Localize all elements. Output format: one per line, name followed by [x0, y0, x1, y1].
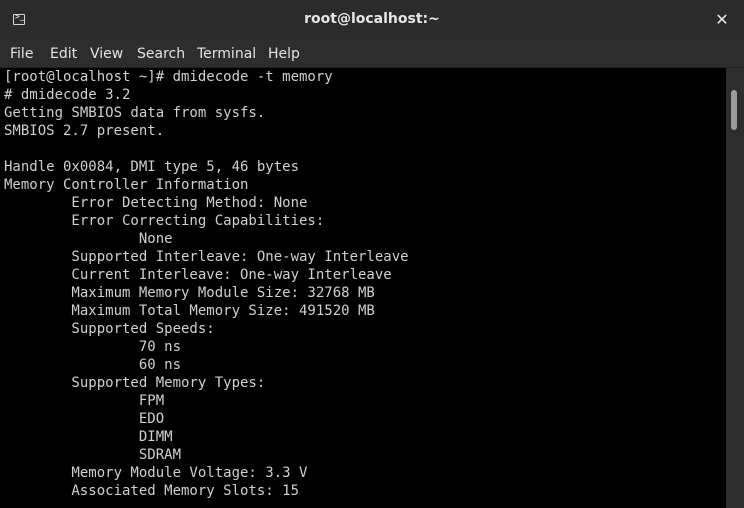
terminal-line: FPM [4, 393, 165, 409]
menu-search[interactable]: Search [137, 46, 185, 62]
terminal-line: EDO [4, 411, 165, 427]
terminal-line: Handle 0x0084, DMI type 5, 46 bytes [4, 159, 300, 175]
terminal-line: Getting SMBIOS data from sysfs. [4, 105, 266, 121]
vertical-scrollbar[interactable] [726, 68, 744, 508]
scroll-thumb[interactable] [731, 90, 737, 130]
menu-file[interactable]: File [10, 46, 33, 62]
terminal-line: Current Interleave: One-way Interleave [4, 267, 392, 283]
menu-edit[interactable]: Edit [50, 46, 77, 62]
terminal-line: DIMM [4, 429, 173, 445]
terminal-line: Maximum Total Memory Size: 491520 MB [4, 303, 375, 319]
terminal-window: >_ root@localhost:~ ✕ File Edit View Sea… [0, 0, 744, 508]
title-bar[interactable]: >_ root@localhost:~ ✕ [0, 0, 744, 41]
terminal-line: SDRAM [4, 447, 182, 463]
menu-help[interactable]: Help [268, 46, 300, 62]
menu-terminal[interactable]: Terminal [197, 46, 256, 62]
terminal-line: [root@localhost ~]# dmidecode -t memory [4, 69, 333, 85]
terminal-line: Supported Speeds: [4, 321, 215, 337]
terminal-line: Supported Interleave: One-way Interleave [4, 249, 409, 265]
terminal-line: 70 ns [4, 339, 182, 355]
terminal-line: Memory Controller Information [4, 177, 249, 193]
window-title: root@localhost:~ [304, 11, 440, 27]
terminal-line: 60 ns [4, 357, 182, 373]
terminal-line: Maximum Memory Module Size: 32768 MB [4, 285, 375, 301]
terminal-line: SMBIOS 2.7 present. [4, 123, 165, 139]
terminal-line: None [4, 231, 173, 247]
terminal-line: Error Detecting Method: None [4, 195, 308, 211]
terminal-line: # dmidecode 3.2 [4, 87, 131, 103]
terminal-line: Associated Memory Slots: 15 [4, 483, 300, 499]
terminal-output[interactable]: [root@localhost ~]# dmidecode -t memory … [0, 68, 726, 508]
close-button[interactable]: ✕ [712, 10, 732, 30]
menu-bar: File Edit View Search Terminal Help [0, 40, 744, 68]
terminal-line: Error Correcting Capabilities: [4, 213, 325, 229]
terminal-line: Supported Memory Types: [4, 375, 266, 391]
terminal-line: Memory Module Voltage: 3.3 V [4, 465, 308, 481]
terminal-lines: [root@localhost ~]# dmidecode -t memory … [4, 68, 409, 500]
menu-view[interactable]: View [90, 46, 123, 62]
